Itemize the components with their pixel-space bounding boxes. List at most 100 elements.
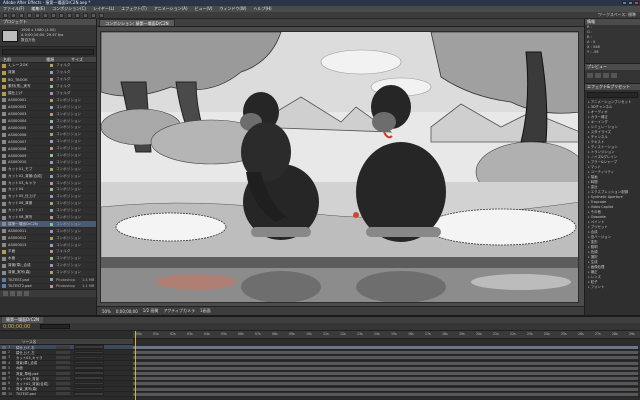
project-item[interactable]: 素材(別)_実写 フォルダ	[0, 84, 96, 91]
layer-bar-fill[interactable]	[133, 361, 638, 365]
label-color-swatch[interactable]	[50, 112, 53, 116]
visibility-eye-icon[interactable]	[2, 361, 6, 365]
rotate-tool-icon[interactable]	[27, 12, 32, 18]
label-color-swatch[interactable]	[50, 264, 53, 268]
project-item[interactable]: AS000001 コンポジション	[0, 97, 96, 105]
project-item[interactable]: TILTEST2.psd Photoshop 1.1 MB	[0, 284, 96, 290]
eraser-tool-icon[interactable]	[91, 12, 96, 18]
project-item[interactable]: カット02_背景(合成) コンポジション	[0, 173, 96, 181]
visibility-eye-icon[interactable]	[2, 366, 6, 370]
project-item[interactable]: 1_レースOK フォルダ	[0, 63, 96, 70]
layer-bar-fill[interactable]	[133, 382, 638, 386]
layer-switches[interactable]	[56, 371, 70, 375]
minimize-button[interactable]	[622, 1, 627, 5]
layer-bar-fill[interactable]	[133, 366, 638, 370]
clone-tool-icon[interactable]	[83, 12, 88, 18]
zoom-tool-icon[interactable]	[19, 12, 24, 18]
label-color-swatch[interactable]	[50, 216, 53, 220]
parent-dropdown[interactable]	[74, 345, 104, 349]
layer-bar-fill[interactable]	[133, 371, 638, 375]
layer-switches[interactable]	[56, 376, 70, 380]
label-color-swatch[interactable]	[50, 222, 53, 226]
project-item[interactable]: AS000005 コンポジション	[0, 125, 96, 132]
visibility-eye-icon[interactable]	[2, 376, 6, 380]
project-item[interactable]: 背景(草)_合成 コンポジション	[0, 263, 96, 270]
label-color-swatch[interactable]	[50, 243, 53, 247]
label-color-swatch[interactable]	[50, 229, 53, 233]
tab-timeline[interactable]: 猿第一場面DrC2N	[2, 317, 44, 323]
visibility-eye-icon[interactable]	[2, 392, 6, 396]
project-item[interactable]: AS000010 コンポジション	[0, 159, 96, 167]
project-item[interactable]: AS000011 コンポジション	[0, 228, 96, 236]
parent-dropdown[interactable]	[74, 350, 104, 355]
layer-switches[interactable]	[56, 392, 70, 396]
selection-tool-icon[interactable]	[3, 12, 8, 18]
label-color-swatch[interactable]	[50, 71, 53, 75]
layer-name[interactable]: TILTEST.psd	[16, 392, 56, 396]
label-color-swatch[interactable]	[50, 126, 53, 130]
effects-search-input[interactable]	[587, 92, 638, 98]
label-color-swatch[interactable]	[50, 98, 53, 102]
project-item[interactable]: AS000009 コンポジション	[0, 153, 96, 160]
label-color-swatch[interactable]	[50, 147, 53, 151]
label-color-swatch[interactable]	[50, 154, 53, 158]
trash-icon[interactable]	[24, 291, 29, 296]
brush-tool-icon[interactable]	[75, 12, 80, 18]
layer-switches[interactable]	[56, 381, 70, 385]
label-color-swatch[interactable]	[50, 133, 53, 137]
first-frame-icon[interactable]	[587, 73, 593, 78]
visibility-eye-icon[interactable]	[2, 381, 6, 385]
tab-composition[interactable]: コンポジション: 猿第一場面DrC2N	[99, 19, 175, 26]
layer-bar-fill[interactable]	[133, 346, 638, 349]
text-tool-icon[interactable]	[67, 12, 72, 18]
layer-switches[interactable]	[56, 361, 70, 365]
label-color-swatch[interactable]	[50, 188, 53, 192]
layer-bar-fill[interactable]	[133, 392, 638, 396]
layer-bar-fill[interactable]	[133, 387, 638, 391]
label-color-swatch[interactable]	[50, 119, 53, 123]
project-item[interactable]: BG_TBOOK フォルダ	[0, 77, 96, 84]
effects-panel-title[interactable]: エフェクト&プリセット	[585, 84, 640, 90]
workspace-selector[interactable]: ワークスペース: 標準	[598, 12, 636, 18]
layer-bar-fill[interactable]	[133, 377, 638, 381]
visibility-eye-icon[interactable]	[2, 355, 6, 359]
project-item[interactable]: 背景 フォルダ	[0, 70, 96, 77]
maximize-button[interactable]	[628, 1, 633, 5]
layer-duration-bar[interactable]	[133, 392, 640, 397]
parent-dropdown[interactable]	[74, 376, 104, 380]
parent-dropdown[interactable]	[74, 371, 104, 375]
camera-dropdown[interactable]: アクティブカメラ	[163, 308, 195, 314]
parent-dropdown[interactable]	[74, 360, 104, 365]
layer-bar-fill[interactable]	[133, 356, 638, 360]
label-color-swatch[interactable]	[50, 105, 53, 109]
label-color-swatch[interactable]	[50, 202, 53, 206]
label-color-swatch[interactable]	[50, 78, 53, 82]
last-frame-icon[interactable]	[603, 73, 609, 78]
ram-preview-icon[interactable]	[611, 73, 617, 78]
resolution-dropdown[interactable]: 1/2 画質	[143, 308, 159, 314]
layer-switches[interactable]	[56, 366, 70, 370]
label-color-swatch[interactable]	[50, 167, 53, 171]
label-color-swatch[interactable]	[50, 257, 53, 261]
layer-bar-fill[interactable]	[133, 351, 638, 355]
time-ruler[interactable]: 00s 01s 02s 03s 04s 05s 06s 07s 08s 09s 10s 11s 12s 1…	[133, 331, 640, 339]
visibility-eye-icon[interactable]	[2, 387, 6, 391]
view-layout-dropdown[interactable]: 1画面	[200, 308, 211, 314]
project-item[interactable]: カット05_仕上げ コンポジション	[0, 194, 96, 201]
timeline-timecode[interactable]: 0;00;00;00	[0, 324, 40, 330]
project-search-input[interactable]	[2, 49, 94, 55]
parent-dropdown[interactable]	[74, 392, 104, 396]
pan-behind-tool-icon[interactable]	[43, 12, 48, 18]
label-color-swatch[interactable]	[50, 64, 53, 68]
label-color-swatch[interactable]	[50, 174, 53, 178]
column-name[interactable]: 名前	[0, 57, 46, 62]
project-item[interactable]: AS000012 コンポジション	[0, 235, 96, 243]
project-item[interactable]: 平面 フォルダ	[0, 249, 96, 256]
project-item[interactable]: AS000006 コンポジション	[0, 132, 96, 139]
column-type[interactable]: 種類	[46, 57, 71, 62]
composition-viewer[interactable]	[100, 31, 579, 303]
project-item[interactable]: カット07 コンポジション	[0, 208, 96, 215]
label-color-swatch[interactable]	[50, 181, 53, 185]
project-item[interactable]: AS000003 コンポジション	[0, 111, 96, 119]
project-item[interactable]: カット08_実写 コンポジション	[0, 215, 96, 222]
